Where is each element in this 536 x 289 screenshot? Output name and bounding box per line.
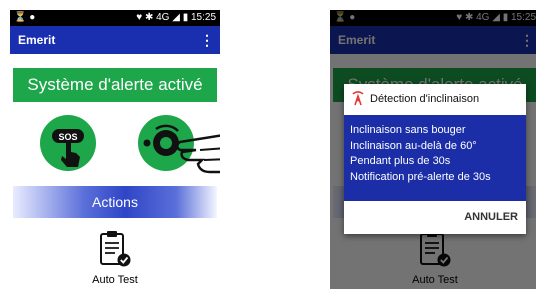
dialog-body: Inclinaison sans bouger Inclinaison au-d…: [344, 115, 526, 201]
dialog-line: Notification pré-alerte de 30s: [350, 170, 491, 183]
phone-screen-main: ⏳ ● ♥ ✱ 4G ◢ ▮ 15:25 Emerit ⋮ Système d'…: [10, 10, 220, 289]
autotest-clipboard-icon: [100, 231, 131, 267]
dialog-line: Pendant plus de 30s: [350, 155, 451, 167]
tilt-alert-icon: [352, 91, 364, 106]
dialog-header: Détection d'inclinaison: [344, 84, 526, 114]
pointing-hand-icon: [175, 134, 220, 174]
dialog-line: Inclinaison au-delà de 60°: [350, 139, 477, 152]
dialog-title: Détection d'inclinaison: [370, 93, 480, 105]
actions-button[interactable]: Actions: [13, 186, 217, 218]
app-bar: Emerit ⋮: [10, 26, 220, 54]
status-right: ♥ ✱ 4G ◢ ▮ 15:25: [136, 12, 216, 23]
dialog-footer: ANNULER: [344, 201, 526, 234]
autotest-label[interactable]: Auto Test: [10, 274, 220, 286]
dialog-line: Inclinaison sans bouger: [350, 124, 466, 136]
alert-status-banner: Système d'alerte activé: [13, 68, 217, 102]
cancel-button[interactable]: ANNULER: [464, 201, 518, 234]
phone-screen-dialog: ⏳ ● ♥ ✱ 4G ◢ ▮ 15:25 Emerit ⋮ Système d'…: [330, 10, 536, 289]
svg-text:SOS: SOS: [58, 132, 77, 142]
status-bar: ⏳ ● ♥ ✱ 4G ◢ ▮ 15:25: [10, 10, 220, 26]
sos-button[interactable]: SOS: [40, 115, 96, 171]
status-left-icons: ⏳ ●: [14, 12, 36, 23]
overflow-menu-icon[interactable]: ⋮: [200, 26, 214, 54]
sos-hand-icon: SOS: [52, 129, 84, 167]
tilt-detection-dialog: Détection d'inclinaison Inclinaison sans…: [344, 84, 526, 234]
app-title: Emerit: [18, 33, 56, 47]
